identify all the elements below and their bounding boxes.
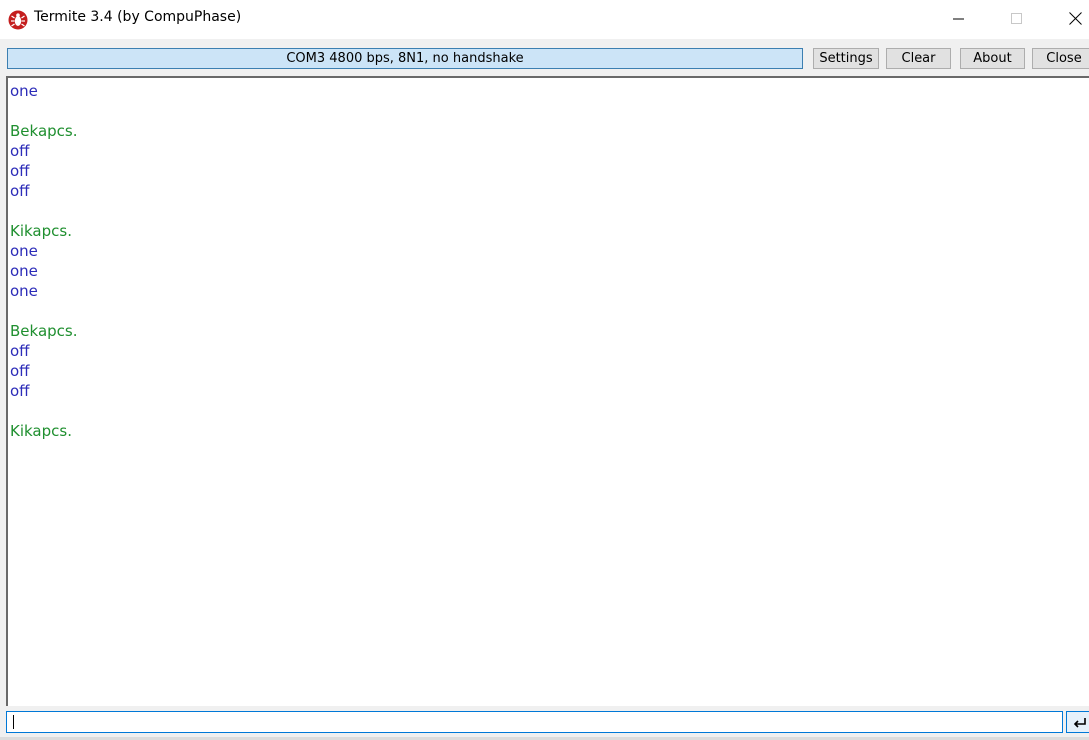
terminal-line: off — [10, 362, 30, 380]
window-title: Termite 3.4 (by CompuPhase) — [34, 9, 242, 25]
enter-arrow-icon — [1067, 718, 1089, 738]
terminal-line: one — [10, 262, 38, 280]
title-bar[interactable]: Termite 3.4 (by CompuPhase) — [0, 0, 1089, 39]
send-input[interactable] — [6, 711, 1063, 733]
about-button[interactable]: About — [960, 48, 1025, 69]
terminal-line: off — [10, 382, 30, 400]
termite-window: Termite 3.4 (by CompuPhase) COM3 4800 bp… — [0, 0, 1089, 740]
minimize-icon — [953, 10, 965, 29]
termite-bug-icon[interactable] — [8, 10, 28, 30]
settings-button[interactable]: Settings — [813, 48, 879, 69]
maximize-icon — [1011, 10, 1023, 29]
terminal-line: off — [10, 142, 30, 160]
window-close-button[interactable] — [1046, 0, 1089, 39]
terminal-line: one — [10, 242, 38, 260]
terminal-line: Kikapcs. — [10, 422, 72, 440]
terminal-line: off — [10, 162, 30, 180]
terminal-line: Bekapcs. — [10, 122, 78, 140]
minimize-button[interactable] — [930, 0, 988, 39]
send-button[interactable] — [1066, 711, 1089, 733]
clear-button[interactable]: Clear — [886, 48, 951, 69]
terminal-output[interactable]: one Bekapcs. off off off Kikapcs. one one one Bek… — [6, 76, 1089, 706]
close-button[interactable]: Close — [1032, 48, 1089, 69]
close-icon — [1068, 10, 1082, 29]
terminal-line: Kikapcs. — [10, 222, 72, 240]
terminal-line: off — [10, 342, 30, 360]
terminal-line: Bekapcs. — [10, 322, 78, 340]
port-status-bar[interactable]: COM3 4800 bps, 8N1, no handshake — [7, 48, 803, 69]
terminal-line: one — [10, 82, 38, 100]
terminal-line: one — [10, 282, 38, 300]
terminal-lines: one Bekapcs. off off off Kikapcs. one one one Bek… — [10, 81, 78, 441]
text-caret — [13, 715, 14, 729]
maximize-button[interactable] — [988, 0, 1046, 39]
terminal-line: off — [10, 182, 30, 200]
